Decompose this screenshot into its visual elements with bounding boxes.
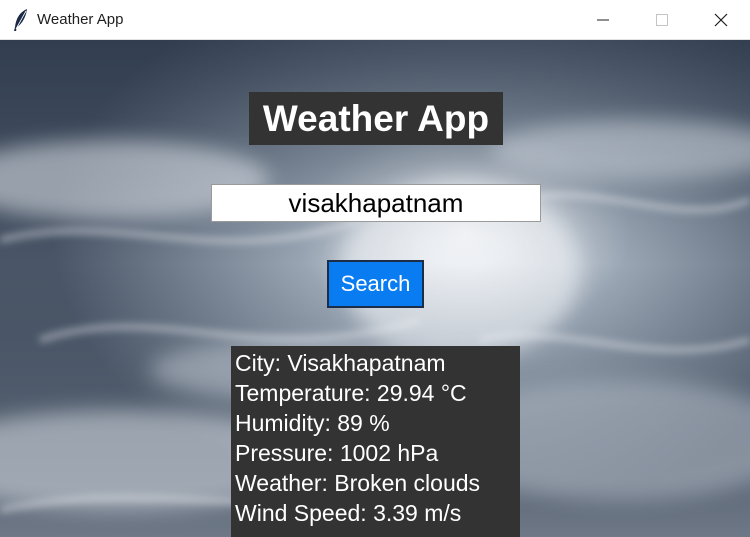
maximize-button[interactable] (633, 0, 691, 40)
minimize-icon (597, 19, 609, 21)
window-title: Weather App (37, 11, 124, 28)
minimize-button[interactable] (574, 0, 632, 40)
search-button[interactable]: Search (327, 260, 424, 308)
maximize-icon (656, 14, 668, 26)
result-humidity: Humidity: 89 % (235, 410, 390, 436)
result-weather: Weather: Broken clouds (235, 470, 481, 496)
app-heading: Weather App (249, 92, 503, 145)
close-icon (714, 13, 728, 27)
app-window: Weather App Weather App visakhapatnam Se… (0, 0, 750, 537)
result-city: City: Visakhapatnam (235, 350, 446, 376)
result-temperature: Temperature: 29.94 °C (235, 380, 467, 406)
title-bar[interactable]: Weather App (0, 0, 750, 40)
main-content: Weather App Search City: Visakhapatnam T… (0, 40, 750, 537)
weather-results-panel: City: Visakhapatnam Temperature: 29.94 °… (231, 346, 520, 537)
close-button[interactable] (692, 0, 750, 40)
result-pressure: Pressure: 1002 hPa (235, 440, 439, 466)
result-wind-speed: Wind Speed: 3.39 m/s (235, 500, 462, 526)
city-search-input[interactable] (211, 184, 541, 222)
feather-icon (14, 9, 27, 31)
